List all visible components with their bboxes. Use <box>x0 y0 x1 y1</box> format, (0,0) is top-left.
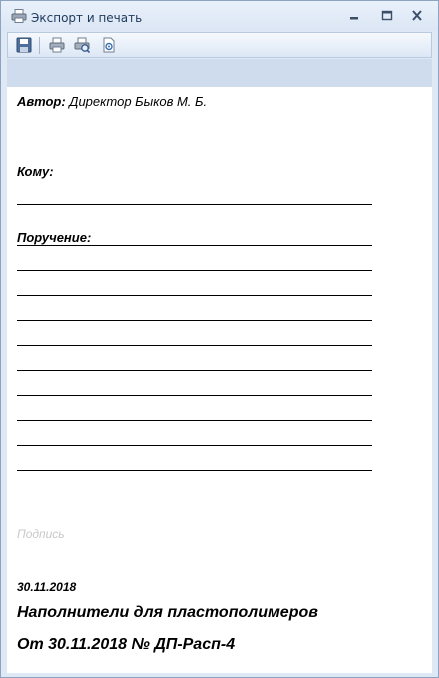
close-icon[interactable] <box>409 9 425 22</box>
toolbar <box>7 32 432 58</box>
to-label: Кому: <box>17 164 54 179</box>
task-line <box>17 470 372 471</box>
to-line <box>17 204 372 205</box>
task-line <box>17 420 372 421</box>
toolbar-band <box>7 59 432 87</box>
task-line <box>17 345 372 346</box>
export-icon[interactable] <box>101 37 117 53</box>
task-line <box>17 270 372 271</box>
author-label: Автор: <box>17 94 66 109</box>
save-icon[interactable] <box>16 37 32 53</box>
document-page: Автор: Директор Быков М. Б. Кому: Поруче… <box>7 87 432 673</box>
document-reference: От 30.11.2018 № ДП-Расп-4 <box>17 636 236 653</box>
task-line <box>17 395 372 396</box>
toolbar-separator <box>39 37 40 54</box>
title-bar[interactable]: Экспорт и печать <box>1 1 438 31</box>
document-date: 30.11.2018 <box>17 580 77 594</box>
document-subject: Наполнители для пластополимеров <box>17 604 318 621</box>
printer-icon <box>11 9 27 23</box>
task-line <box>17 295 372 296</box>
print-icon[interactable] <box>49 37 65 53</box>
author-line: Автор: Директор Быков М. Б. <box>17 94 207 109</box>
task-line <box>17 370 372 371</box>
task-line <box>17 320 372 321</box>
task-label: Поручение: <box>17 230 92 245</box>
task-line <box>17 245 372 246</box>
minimize-icon[interactable] <box>346 9 362 22</box>
signature-placeholder: Подпись <box>17 527 65 541</box>
export-print-window: Экспорт и печать Автор: Директор Быков М… <box>0 0 439 678</box>
print-preview-icon[interactable] <box>74 37 90 53</box>
task-line <box>17 445 372 446</box>
author-value: Директор Быков М. Б. <box>69 94 208 109</box>
maximize-icon[interactable] <box>379 9 395 22</box>
window-title: Экспорт и печать <box>31 11 143 25</box>
